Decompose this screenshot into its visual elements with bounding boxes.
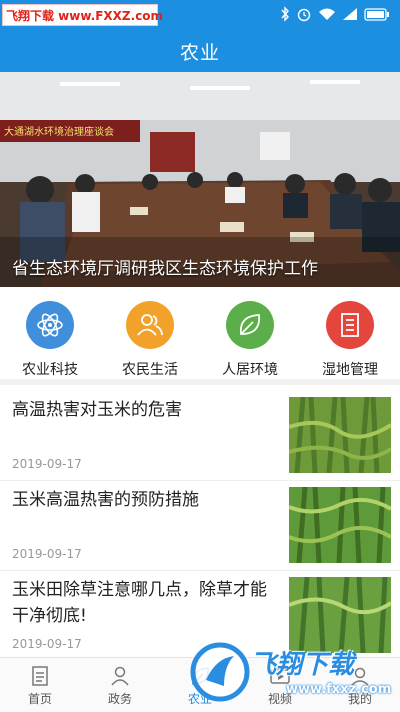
news-thumbnail — [289, 577, 391, 653]
tab-label: 政务 — [107, 692, 132, 706]
person-icon — [111, 666, 129, 686]
category-farmer-life[interactable]: 农民生活 — [110, 301, 190, 379]
video-icon — [270, 669, 290, 684]
news-date: 2019-09-17 — [12, 547, 82, 561]
signal-icon — [343, 8, 357, 20]
leaf-icon — [192, 667, 209, 685]
news-list: 高温热害对玉米的危害 2019-09-17 玉米高温热害的预防措施 2019-0… — [0, 391, 400, 657]
category-wetland[interactable]: 湿地管理 — [310, 301, 390, 379]
bottom-tab-bar: 首页 政务 农业 视频 我的 — [0, 657, 400, 712]
tab-agriculture[interactable]: 农业 — [160, 658, 240, 712]
banner-sign: 大通湖水环境治理座谈会 — [4, 125, 114, 138]
news-thumbnail — [289, 397, 391, 473]
banner-carousel[interactable]: 大通湖水环境治理座谈会 省生态环境厅调研我区生态环境保护工作 — [0, 72, 400, 287]
watermark-top-text: 飞翔下载 www.FXXZ.com — [6, 8, 164, 23]
news-item[interactable]: 高温热害对玉米的危害 2019-09-17 — [0, 391, 400, 481]
category-label: 农民生活 — [122, 362, 178, 378]
news-title: 高温热害对玉米的危害 — [12, 400, 182, 420]
people-icon — [126, 301, 174, 349]
watermark-top: 飞翔下载 www.FXXZ.com — [2, 4, 163, 26]
category-agri-tech[interactable]: 农业科技 — [10, 301, 90, 379]
news-date: 2019-09-17 — [12, 457, 82, 471]
news-title: 玉米高温热害的预防措施 — [12, 490, 199, 510]
leaf-icon — [226, 301, 274, 349]
category-grid: 农业科技 农民生活 人居环境 湿地管理 — [0, 287, 400, 385]
user-icon — [351, 667, 369, 686]
bluetooth-icon — [281, 6, 289, 22]
status-icons — [280, 6, 390, 22]
category-label: 农业科技 — [22, 362, 78, 378]
tab-government[interactable]: 政务 — [80, 658, 160, 712]
news-thumbnail — [289, 487, 391, 563]
news-title: 玉米田除草注意哪几点，除草才能干净彻底! — [12, 580, 267, 626]
atom-icon — [26, 301, 74, 349]
banner-caption: 省生态环境厅调研我区生态环境保护工作 — [12, 259, 318, 279]
tab-video[interactable]: 视频 — [240, 658, 320, 712]
tab-mine[interactable]: 我的 — [320, 658, 400, 712]
battery-icon — [364, 7, 389, 21]
tab-label: 农业 — [187, 692, 212, 706]
home-doc-icon — [32, 666, 48, 686]
tab-label: 首页 — [27, 692, 52, 706]
tab-label: 视频 — [267, 692, 292, 706]
category-label: 人居环境 — [222, 362, 278, 378]
news-item[interactable]: 玉米高温热害的预防措施 2019-09-17 — [0, 481, 400, 571]
app-header: 农业 — [0, 30, 400, 72]
news-item[interactable]: 玉米田除草注意哪几点，除草才能干净彻底! 2019-09-17 — [0, 571, 400, 657]
category-living-env[interactable]: 人居环境 — [210, 301, 290, 379]
alarm-icon — [297, 8, 311, 22]
document-icon — [326, 301, 374, 349]
wifi-icon — [319, 8, 335, 20]
page-title: 农业 — [179, 41, 220, 64]
tab-home[interactable]: 首页 — [0, 658, 80, 712]
status-bar: 飞翔下载 www.FXXZ.com — [0, 0, 400, 30]
tab-label: 我的 — [347, 692, 372, 706]
category-label: 湿地管理 — [322, 362, 378, 378]
news-date: 2019-09-17 — [12, 637, 82, 651]
